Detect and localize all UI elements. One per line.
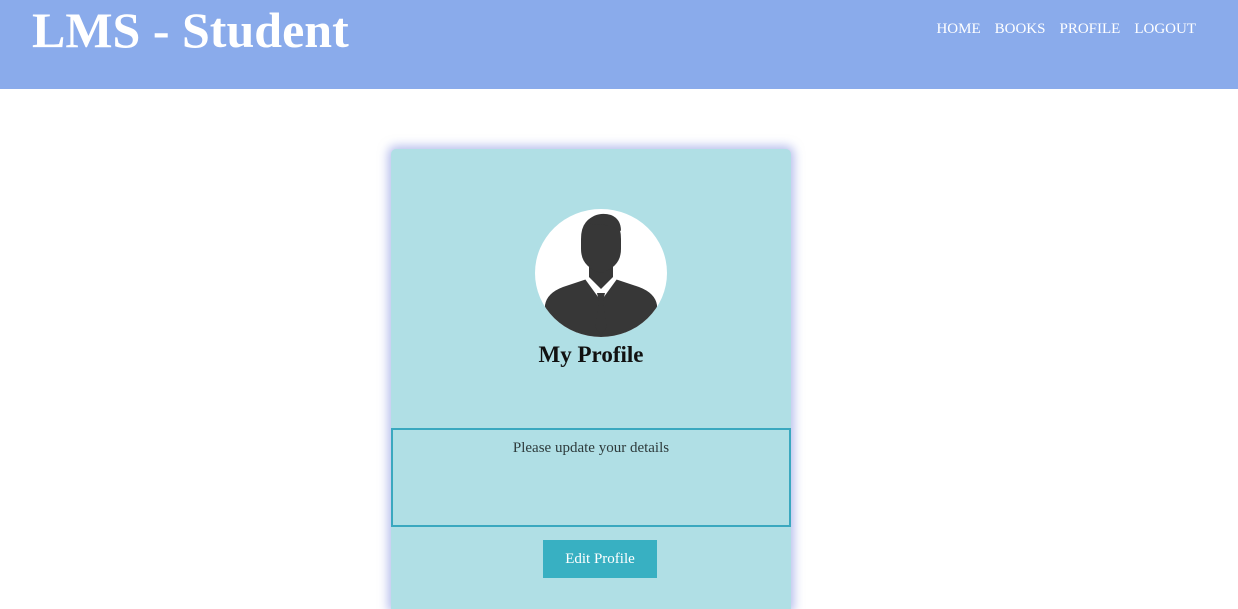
user-silhouette-icon	[545, 213, 657, 337]
main-nav: HOME BOOKS PROFILE LOGOUT	[936, 20, 1196, 38]
profile-details-text: Please update your details	[512, 440, 670, 456]
app-brand-title: LMS - Student	[32, 2, 349, 58]
avatar	[535, 209, 667, 337]
edit-profile-button[interactable]: Edit Profile	[543, 540, 657, 578]
nav-home-link[interactable]: HOME	[936, 20, 980, 38]
profile-title: My Profile	[538, 342, 644, 367]
top-header: LMS - Student HOME BOOKS PROFILE LOGOUT	[0, 0, 1238, 89]
nav-profile-link[interactable]: PROFILE	[1060, 20, 1121, 38]
profile-details-box: Please update your details	[391, 428, 791, 527]
nav-logout-link[interactable]: LOGOUT	[1134, 20, 1196, 38]
nav-books-link[interactable]: BOOKS	[995, 20, 1046, 38]
profile-card: My Profile Please update your details Ed…	[391, 149, 791, 609]
